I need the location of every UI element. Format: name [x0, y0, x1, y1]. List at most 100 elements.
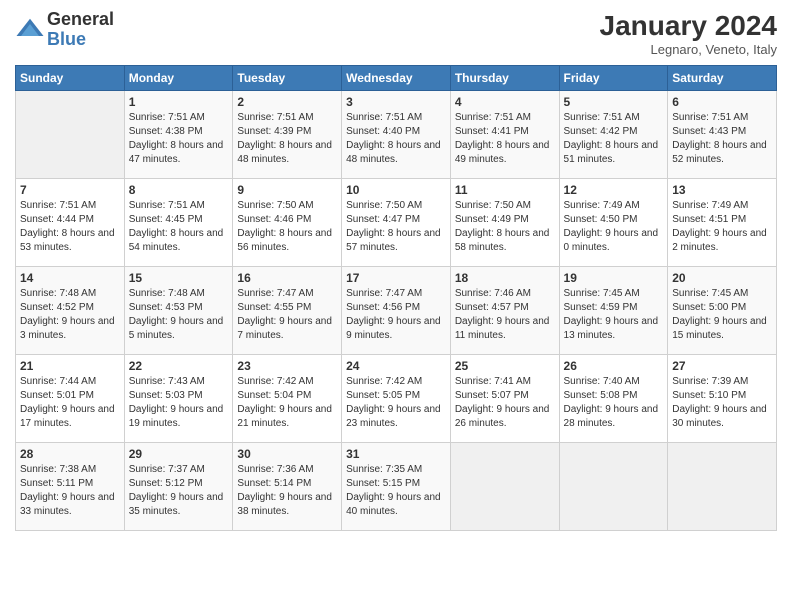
daylight: Daylight: 8 hours and 52 minutes.	[672, 140, 767, 165]
day-info: Sunrise: 7:51 AM Sunset: 4:40 PM Dayligh…	[346, 111, 446, 167]
day-cell: 27 Sunrise: 7:39 AM Sunset: 5:10 PM Dayl…	[668, 355, 777, 443]
sunset: Sunset: 5:04 PM	[237, 390, 311, 401]
logo-icon	[15, 15, 45, 45]
day-number: 3	[346, 95, 446, 109]
sunset: Sunset: 4:51 PM	[672, 214, 746, 225]
day-number: 23	[237, 359, 337, 373]
day-info: Sunrise: 7:45 AM Sunset: 5:00 PM Dayligh…	[672, 287, 772, 343]
sunset: Sunset: 4:38 PM	[129, 126, 203, 137]
calendar-table: Sunday Monday Tuesday Wednesday Thursday…	[15, 65, 777, 531]
day-cell: 6 Sunrise: 7:51 AM Sunset: 4:43 PM Dayli…	[668, 91, 777, 179]
day-cell: 14 Sunrise: 7:48 AM Sunset: 4:52 PM Dayl…	[16, 267, 125, 355]
sunrise: Sunrise: 7:35 AM	[346, 464, 422, 475]
daylight: Daylight: 8 hours and 49 minutes.	[455, 140, 550, 165]
sunrise: Sunrise: 7:44 AM	[20, 376, 96, 387]
day-cell: 15 Sunrise: 7:48 AM Sunset: 4:53 PM Dayl…	[124, 267, 233, 355]
day-cell: 25 Sunrise: 7:41 AM Sunset: 5:07 PM Dayl…	[450, 355, 559, 443]
daylight: Daylight: 9 hours and 30 minutes.	[672, 404, 767, 429]
sunrise: Sunrise: 7:41 AM	[455, 376, 531, 387]
daylight: Daylight: 8 hours and 58 minutes.	[455, 228, 550, 253]
sunrise: Sunrise: 7:51 AM	[346, 112, 422, 123]
sunset: Sunset: 5:10 PM	[672, 390, 746, 401]
day-cell: 20 Sunrise: 7:45 AM Sunset: 5:00 PM Dayl…	[668, 267, 777, 355]
daylight: Daylight: 8 hours and 48 minutes.	[346, 140, 441, 165]
sunset: Sunset: 5:03 PM	[129, 390, 203, 401]
sunrise: Sunrise: 7:37 AM	[129, 464, 205, 475]
daylight: Daylight: 9 hours and 17 minutes.	[20, 404, 115, 429]
day-cell: 1 Sunrise: 7:51 AM Sunset: 4:38 PM Dayli…	[124, 91, 233, 179]
daylight: Daylight: 9 hours and 28 minutes.	[564, 404, 659, 429]
sunrise: Sunrise: 7:49 AM	[672, 200, 748, 211]
day-info: Sunrise: 7:42 AM Sunset: 5:04 PM Dayligh…	[237, 375, 337, 431]
logo-blue: Blue	[47, 30, 114, 50]
sunrise: Sunrise: 7:51 AM	[672, 112, 748, 123]
day-cell: 7 Sunrise: 7:51 AM Sunset: 4:44 PM Dayli…	[16, 179, 125, 267]
day-cell: 3 Sunrise: 7:51 AM Sunset: 4:40 PM Dayli…	[342, 91, 451, 179]
day-cell: 13 Sunrise: 7:49 AM Sunset: 4:51 PM Dayl…	[668, 179, 777, 267]
month-title: January 2024	[600, 10, 777, 42]
day-number: 11	[455, 183, 555, 197]
day-info: Sunrise: 7:42 AM Sunset: 5:05 PM Dayligh…	[346, 375, 446, 431]
day-number: 17	[346, 271, 446, 285]
sunrise: Sunrise: 7:48 AM	[129, 288, 205, 299]
sunset: Sunset: 4:42 PM	[564, 126, 638, 137]
sunset: Sunset: 5:00 PM	[672, 302, 746, 313]
day-info: Sunrise: 7:51 AM Sunset: 4:43 PM Dayligh…	[672, 111, 772, 167]
sunrise: Sunrise: 7:49 AM	[564, 200, 640, 211]
day-info: Sunrise: 7:48 AM Sunset: 4:53 PM Dayligh…	[129, 287, 229, 343]
daylight: Daylight: 9 hours and 2 minutes.	[672, 228, 767, 253]
sunset: Sunset: 4:47 PM	[346, 214, 420, 225]
day-info: Sunrise: 7:51 AM Sunset: 4:41 PM Dayligh…	[455, 111, 555, 167]
sunrise: Sunrise: 7:50 AM	[346, 200, 422, 211]
daylight: Daylight: 9 hours and 40 minutes.	[346, 492, 441, 517]
day-info: Sunrise: 7:51 AM Sunset: 4:38 PM Dayligh…	[129, 111, 229, 167]
sunset: Sunset: 4:44 PM	[20, 214, 94, 225]
day-cell: 11 Sunrise: 7:50 AM Sunset: 4:49 PM Dayl…	[450, 179, 559, 267]
daylight: Daylight: 9 hours and 38 minutes.	[237, 492, 332, 517]
day-cell: 12 Sunrise: 7:49 AM Sunset: 4:50 PM Dayl…	[559, 179, 668, 267]
sunset: Sunset: 4:40 PM	[346, 126, 420, 137]
col-monday: Monday	[124, 66, 233, 91]
day-number: 9	[237, 183, 337, 197]
day-info: Sunrise: 7:47 AM Sunset: 4:56 PM Dayligh…	[346, 287, 446, 343]
daylight: Daylight: 8 hours and 51 minutes.	[564, 140, 659, 165]
logo-general: General	[47, 10, 114, 30]
day-cell: 24 Sunrise: 7:42 AM Sunset: 5:05 PM Dayl…	[342, 355, 451, 443]
sunset: Sunset: 4:55 PM	[237, 302, 311, 313]
day-info: Sunrise: 7:46 AM Sunset: 4:57 PM Dayligh…	[455, 287, 555, 343]
daylight: Daylight: 9 hours and 7 minutes.	[237, 316, 332, 341]
day-cell	[668, 443, 777, 531]
day-number: 29	[129, 447, 229, 461]
day-info: Sunrise: 7:51 AM Sunset: 4:39 PM Dayligh…	[237, 111, 337, 167]
week-row-5: 28 Sunrise: 7:38 AM Sunset: 5:11 PM Dayl…	[16, 443, 777, 531]
daylight: Daylight: 9 hours and 23 minutes.	[346, 404, 441, 429]
day-number: 16	[237, 271, 337, 285]
day-info: Sunrise: 7:50 AM Sunset: 4:46 PM Dayligh…	[237, 199, 337, 255]
daylight: Daylight: 8 hours and 53 minutes.	[20, 228, 115, 253]
sunset: Sunset: 4:52 PM	[20, 302, 94, 313]
day-cell	[16, 91, 125, 179]
daylight: Daylight: 9 hours and 3 minutes.	[20, 316, 115, 341]
location-subtitle: Legnaro, Veneto, Italy	[600, 42, 777, 57]
day-info: Sunrise: 7:45 AM Sunset: 4:59 PM Dayligh…	[564, 287, 664, 343]
sunrise: Sunrise: 7:45 AM	[564, 288, 640, 299]
sunset: Sunset: 4:56 PM	[346, 302, 420, 313]
day-number: 5	[564, 95, 664, 109]
sunrise: Sunrise: 7:42 AM	[346, 376, 422, 387]
sunrise: Sunrise: 7:51 AM	[237, 112, 313, 123]
col-tuesday: Tuesday	[233, 66, 342, 91]
day-info: Sunrise: 7:48 AM Sunset: 4:52 PM Dayligh…	[20, 287, 120, 343]
header: General Blue January 2024 Legnaro, Venet…	[15, 10, 777, 57]
week-row-2: 7 Sunrise: 7:51 AM Sunset: 4:44 PM Dayli…	[16, 179, 777, 267]
day-info: Sunrise: 7:35 AM Sunset: 5:15 PM Dayligh…	[346, 463, 446, 519]
day-info: Sunrise: 7:38 AM Sunset: 5:11 PM Dayligh…	[20, 463, 120, 519]
week-row-1: 1 Sunrise: 7:51 AM Sunset: 4:38 PM Dayli…	[16, 91, 777, 179]
sunrise: Sunrise: 7:48 AM	[20, 288, 96, 299]
daylight: Daylight: 9 hours and 33 minutes.	[20, 492, 115, 517]
sunset: Sunset: 5:11 PM	[20, 478, 93, 489]
day-number: 4	[455, 95, 555, 109]
day-number: 1	[129, 95, 229, 109]
sunset: Sunset: 4:57 PM	[455, 302, 529, 313]
day-cell: 28 Sunrise: 7:38 AM Sunset: 5:11 PM Dayl…	[16, 443, 125, 531]
day-number: 24	[346, 359, 446, 373]
